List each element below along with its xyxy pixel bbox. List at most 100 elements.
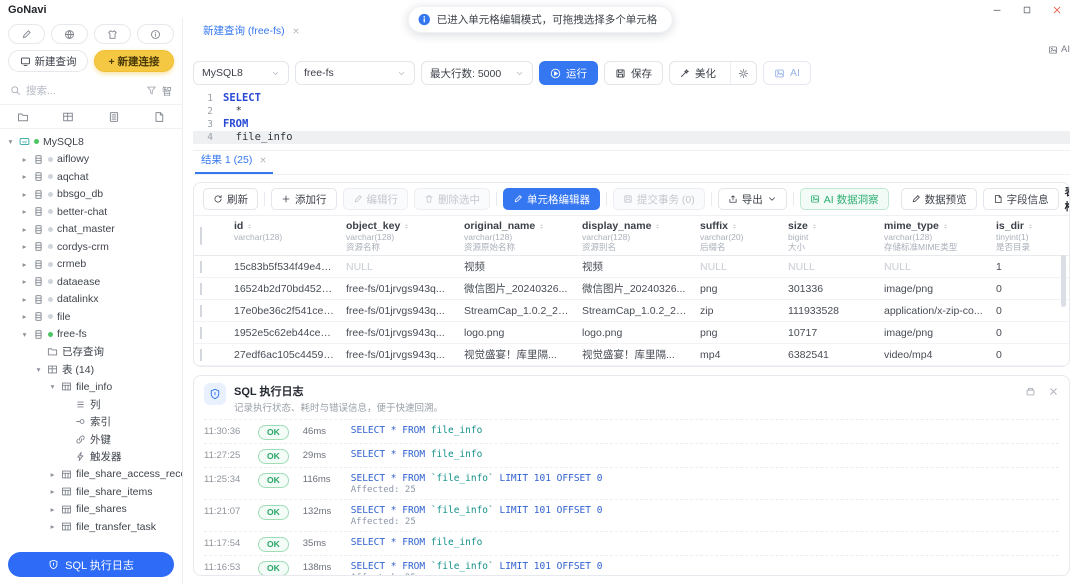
sql-log-button[interactable]: SQL 执行日志	[8, 552, 174, 577]
column-header-mime_type[interactable]: mime_type varchar(128) 存储标准MIME类型	[878, 220, 990, 252]
row-checkbox[interactable]	[200, 348, 202, 361]
tree-item-datalinkx[interactable]: ▸ datalinkx	[0, 291, 182, 309]
table-cell[interactable]: 视觉盛宴！库里隔...	[576, 347, 694, 362]
table-row[interactable]: 1952e5c62eb44ce8... free-fs/01jrvgs943q..…	[194, 322, 1069, 344]
row-checkbox[interactable]	[200, 304, 202, 317]
collapsed-arrow-icon[interactable]: ▸	[20, 207, 29, 216]
edit-connection-button[interactable]	[8, 24, 45, 44]
field-info-button[interactable]: 字段信息	[982, 188, 1059, 210]
table-cell[interactable]: free-fs/01jrvgs943q...	[340, 283, 458, 295]
expanded-arrow-icon[interactable]: ▾	[48, 382, 57, 391]
table-cell[interactable]: NULL	[340, 261, 458, 273]
table-row[interactable]: 27edf6ac105c44598... free-fs/01jrvgs943q.…	[194, 344, 1069, 366]
row-checkbox[interactable]	[200, 326, 202, 339]
close-window-button[interactable]	[1042, 2, 1072, 18]
editor-line-2[interactable]: 2 *	[193, 105, 1070, 118]
table-cell[interactable]: 15c83b5f534f49e4b...	[228, 261, 340, 273]
table-cell[interactable]: 10717	[782, 327, 878, 339]
column-header-object_key[interactable]: object_key varchar(128) 资源名称	[340, 220, 458, 252]
collapsed-arrow-icon[interactable]: ▸	[48, 505, 57, 514]
tree-item-file_info[interactable]: ▾ file_info	[0, 378, 182, 396]
results-tab[interactable]: 结果 1 (25)	[195, 149, 274, 174]
grid-tab-icon[interactable]	[62, 111, 74, 123]
table-cell[interactable]: 27edf6ac105c44598...	[228, 349, 340, 361]
expanded-arrow-icon[interactable]: ▾	[34, 365, 43, 374]
sort-icon[interactable]	[654, 223, 661, 230]
log-entry[interactable]: 11:17:54 OK 35ms SELECT * FROM file_info	[204, 531, 1059, 555]
collapsed-arrow-icon[interactable]: ▸	[20, 260, 29, 269]
tree-item-chat_master[interactable]: ▸ chat_master	[0, 221, 182, 239]
editor-line-1[interactable]: 1 SELECT	[193, 92, 1070, 105]
tree-item-MySQL8[interactable]: ▾ sql MySQL8	[0, 133, 182, 151]
table-cell[interactable]: 微信图片_20240326...	[458, 281, 576, 296]
sort-icon[interactable]	[811, 223, 818, 230]
log-entry[interactable]: 11:27:25 OK 29ms SELECT * FROM file_info	[204, 443, 1059, 467]
collapsed-arrow-icon[interactable]: ▸	[20, 312, 29, 321]
cell-editor-button[interactable]: 单元格编辑器	[503, 188, 600, 210]
column-header-is_dir[interactable]: is_dir tinyint(1) 是否目录	[990, 220, 1069, 252]
sort-icon[interactable]	[1027, 223, 1034, 230]
tree-item-file_transfer_task[interactable]: ▸ file_transfer_task	[0, 518, 182, 536]
view-option-表格[interactable]: 表格	[1065, 184, 1069, 214]
tree-item-列[interactable]: 列	[0, 396, 182, 414]
table-cell[interactable]: application/x-zip-co...	[878, 305, 990, 317]
tree-item-dataease[interactable]: ▸ dataease	[0, 273, 182, 291]
collapsed-arrow-icon[interactable]: ▸	[48, 522, 57, 531]
maximize-button[interactable]	[1012, 2, 1042, 18]
tree-item-free-fs[interactable]: ▾ free-fs	[0, 326, 182, 344]
minimize-button[interactable]	[982, 2, 1012, 18]
collapsed-arrow-icon[interactable]: ▸	[20, 225, 29, 234]
new-query-button[interactable]: 新建查询	[8, 50, 88, 72]
add-row-button[interactable]: 添加行	[271, 188, 337, 210]
tree-item-file_share_items[interactable]: ▸ file_share_items	[0, 483, 182, 501]
tree-item-aiflowy[interactable]: ▸ aiflowy	[0, 151, 182, 169]
collapsed-arrow-icon[interactable]: ▸	[20, 295, 29, 304]
close-log-icon[interactable]	[1048, 386, 1059, 397]
new-connection-button[interactable]: + 新建连接	[94, 50, 174, 72]
search-input[interactable]	[26, 84, 141, 97]
table-cell[interactable]: video/mp4	[878, 349, 990, 361]
tree-item-file_user_favorites[interactable]: ▸file_user_favorites	[0, 536, 182, 539]
column-header-original_name[interactable]: original_name varchar(128) 资源原始名称	[458, 220, 576, 252]
sort-icon[interactable]	[731, 223, 738, 230]
column-header-size[interactable]: size bigint 大小	[782, 220, 878, 252]
sort-icon[interactable]	[246, 223, 253, 230]
table-cell[interactable]: zip	[694, 305, 782, 317]
table-cell[interactable]: 0	[990, 283, 1069, 295]
row-checkbox[interactable]	[200, 260, 202, 273]
table-cell[interactable]: logo.png	[576, 327, 694, 339]
collapsed-arrow-icon[interactable]: ▸	[20, 172, 29, 181]
sort-icon[interactable]	[942, 223, 949, 230]
smart-filter-button[interactable]: 智	[162, 83, 172, 98]
tree-item-file_shares[interactable]: ▸ file_shares	[0, 501, 182, 519]
database-select[interactable]: free-fs	[295, 61, 415, 85]
ai-button[interactable]: AI	[763, 61, 811, 85]
doc-tab-icon[interactable]	[153, 111, 165, 123]
log-entry[interactable]: 11:30:36 OK 46ms SELECT * FROM file_info	[204, 419, 1059, 443]
connection-select[interactable]: MySQL8	[193, 61, 289, 85]
column-header-display_name[interactable]: display_name varchar(128) 资源别名	[576, 220, 694, 252]
column-header-suffix[interactable]: suffix varchar(20) 后缀名	[694, 220, 782, 252]
expanded-arrow-icon[interactable]: ▾	[6, 137, 15, 146]
commit-button[interactable]: 提交事务 (0)	[613, 188, 705, 210]
tree-item-file[interactable]: ▸ file	[0, 308, 182, 326]
log-entry[interactable]: 11:25:34 OK 116ms SELECT * FROM `file_info`…	[204, 467, 1059, 499]
ai-insight-button[interactable]: AI 数据洞察	[799, 188, 889, 210]
table-cell[interactable]: 0	[990, 305, 1069, 317]
table-row[interactable]: 16524b2d70bd4527... free-fs/01jrvgs943q..…	[194, 278, 1069, 300]
table-cell[interactable]: 6382541	[782, 349, 878, 361]
table-cell[interactable]: 1	[990, 261, 1069, 273]
tree-item-bbsgo_db[interactable]: ▸ bbsgo_db	[0, 186, 182, 204]
select-all-checkbox[interactable]	[200, 227, 202, 245]
tree-item-已存查询[interactable]: 已存查询	[0, 343, 182, 361]
table-cell[interactable]: 视觉盛宴！库里隔...	[458, 347, 576, 362]
collapsed-arrow-icon[interactable]: ▸	[20, 242, 29, 251]
table-cell[interactable]: 1952e5c62eb44ce8...	[228, 327, 340, 339]
data-preview-button[interactable]: 数据预览	[900, 188, 977, 210]
column-header-id[interactable]: id varchar(128)	[228, 220, 340, 252]
tree-item-外键[interactable]: 外键	[0, 431, 182, 449]
results-tab-close-icon[interactable]	[259, 156, 267, 164]
filter-icon[interactable]	[146, 85, 157, 96]
save-button[interactable]: 保存	[604, 61, 663, 85]
beautify-button[interactable]: 美化	[670, 62, 725, 84]
